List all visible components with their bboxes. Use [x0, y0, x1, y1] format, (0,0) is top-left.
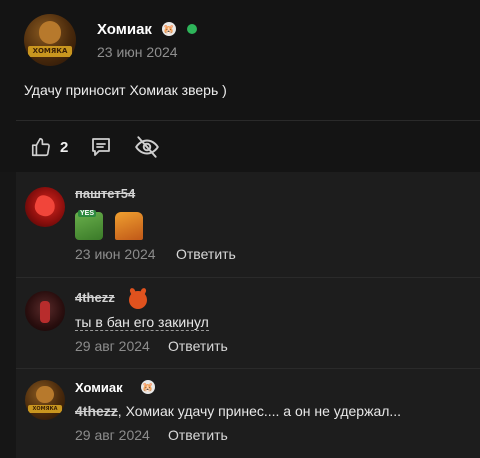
pepe-yes-sticker [75, 210, 103, 240]
avatar-banner: ХОМЯКА [28, 46, 72, 57]
author-avatar[interactable]: ХОМЯКА [24, 14, 76, 66]
devil-emoji-icon [129, 291, 147, 309]
like-button[interactable]: 2 [30, 134, 68, 160]
commenter-avatar[interactable]: ХОМЯКА [25, 380, 65, 420]
comment-button[interactable] [89, 134, 113, 160]
online-status-indicator [187, 24, 197, 34]
hamster-emoji-icon: 🐹 [162, 22, 176, 36]
hamster-emoji-icon: 🐹 [141, 380, 155, 394]
avatar-banner: ХОМЯКА [28, 404, 62, 413]
commenter-avatar[interactable] [25, 187, 65, 227]
reply-button[interactable]: Ответить [168, 338, 228, 354]
comment-date: 29 авг 2024 [75, 338, 150, 354]
comment-item: паштет54 23 июн 2024 Ответить [16, 172, 480, 277]
post-body-text: Удачу приносит Хомиак зверь ) [24, 82, 227, 98]
hamster-mascot-icon [38, 21, 62, 45]
comment-icon [92, 138, 110, 156]
post-author-name[interactable]: Хомиак [97, 21, 152, 38]
comment-date: 23 июн 2024 [75, 246, 156, 262]
comment-text: 4thezz, Хомиак удачу принес.... а он не … [75, 403, 402, 419]
comment-author-name[interactable]: паштет54 [75, 186, 135, 201]
post-date: 23 июн 2024 [97, 44, 178, 60]
comment-date: 29 авг 2024 [75, 427, 150, 443]
eye-off-icon [135, 136, 159, 158]
like-count: 2 [60, 138, 69, 156]
comment-item: ХОМЯКА Хомиак 🐹 4thezz, Хомиак удачу при… [16, 369, 480, 458]
hide-button[interactable] [134, 134, 160, 160]
fry-sticker [115, 212, 143, 240]
reply-button[interactable]: Ответить [176, 246, 236, 262]
comment-author-name[interactable]: 4thezz [75, 290, 115, 305]
reply-button[interactable]: Ответить [168, 427, 228, 443]
thumbs-up-icon [31, 137, 50, 157]
comment-author-name[interactable]: Хомиак [75, 380, 123, 395]
hamster-mascot-icon [36, 385, 54, 404]
commenter-avatar[interactable] [25, 291, 65, 331]
comments-section: паштет54 23 июн 2024 Ответить 4thezz ты … [16, 172, 480, 458]
post-card: ХОМЯКА Хомиак 🐹 23 июн 2024 Удачу принос… [0, 0, 480, 172]
comment-item: 4thezz ты в бан его закинул 29 авг 2024 … [16, 278, 480, 368]
comment-text: ты в бан его закинул [75, 314, 209, 331]
divider [16, 120, 480, 121]
user-mention-link[interactable]: 4thezz [75, 403, 118, 419]
